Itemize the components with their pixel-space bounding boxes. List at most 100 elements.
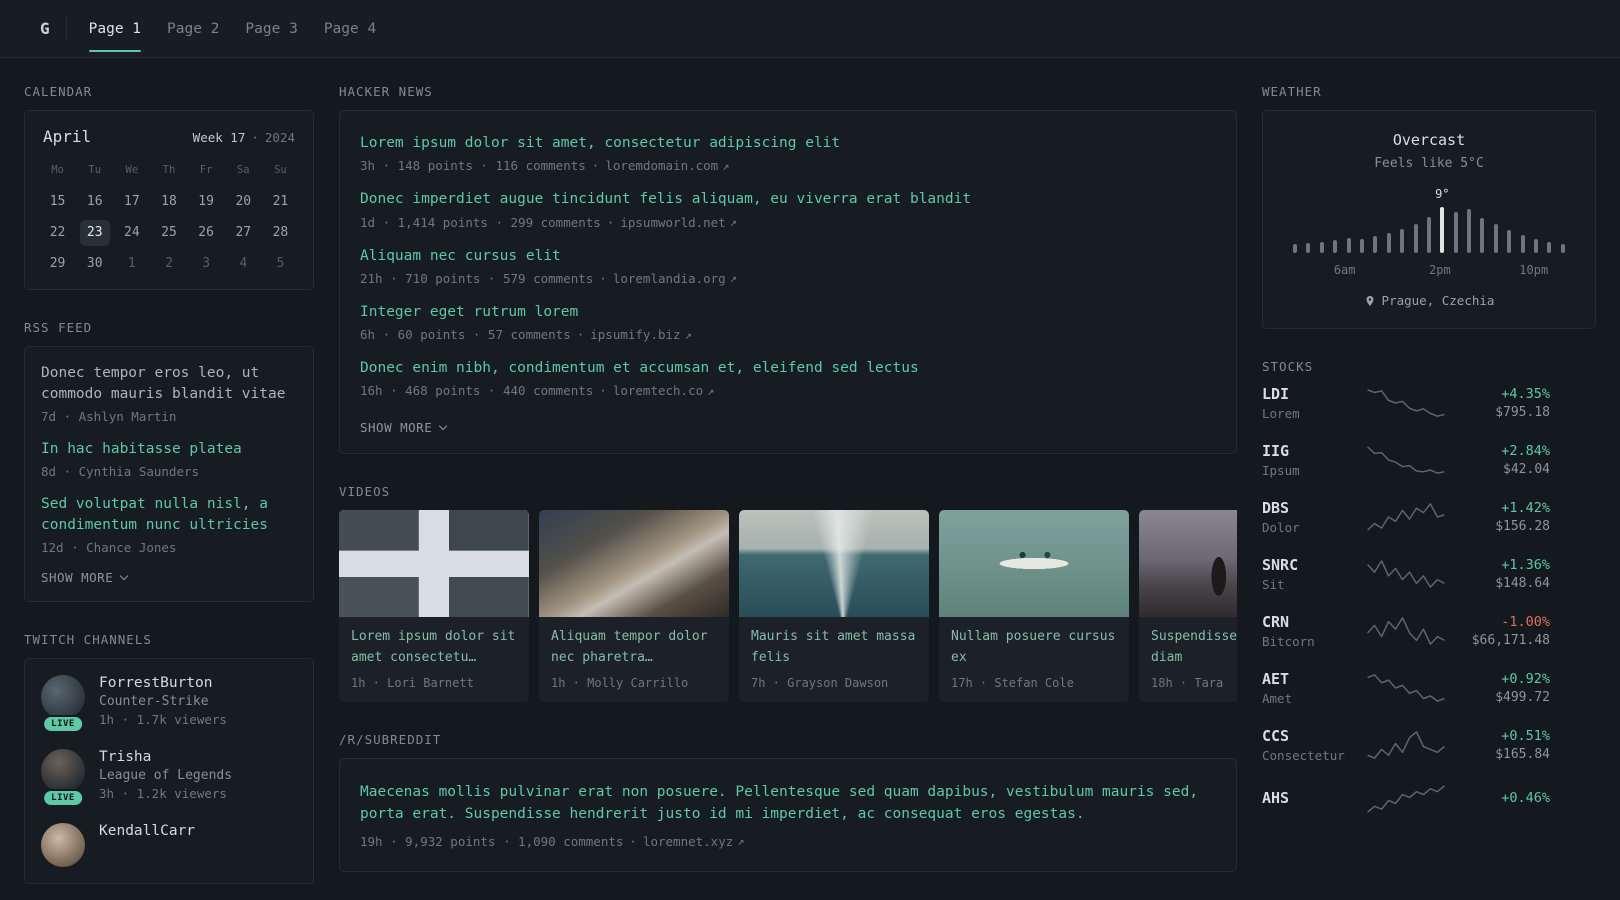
- rss-item-title[interactable]: Sed volutpat nulla nisl, a condimentum n…: [41, 494, 297, 536]
- weather-bar: [1359, 239, 1364, 253]
- rss-show-more-button[interactable]: SHOW MORE: [41, 570, 297, 585]
- calendar-day: 18: [161, 194, 177, 209]
- stock-row[interactable]: AHS +0.46%: [1262, 784, 1550, 814]
- list-item: Donec enim nibh, condimentum et accumsan…: [360, 358, 1216, 398]
- twitch-channel-row[interactable]: LIVE ForrestBurton Counter-Strike 1h · 1…: [41, 675, 297, 734]
- stock-name: Ipsum: [1262, 463, 1300, 478]
- hacker-news-widget: HACKER NEWS Lorem ipsum dolor sit amet, …: [339, 84, 1237, 455]
- stock-right: +4.35% $795.18: [1450, 386, 1550, 420]
- list-item: Donec imperdiet augue tincidunt felis al…: [360, 189, 1216, 229]
- twitch-channel-row[interactable]: KendallCarr: [41, 823, 297, 868]
- stock-row[interactable]: DBS Dolor +1.42% $156.28: [1262, 499, 1550, 535]
- avatar-wrap: LIVE: [41, 749, 85, 808]
- weather-bar: [1306, 243, 1311, 253]
- stock-price: $148.64: [1495, 576, 1550, 591]
- channel-name: Trisha: [99, 749, 152, 766]
- hn-item-stats: 3h · 148 points · 116 comments: [360, 158, 586, 174]
- stock-row[interactable]: SNRC Sit +1.36% $148.64: [1262, 556, 1550, 592]
- weather-time-axis: 6am 2pm 10pm: [1293, 263, 1565, 277]
- weather-time-label: 6am: [1333, 263, 1356, 277]
- hn-show-more-button[interactable]: SHOW MORE: [360, 420, 1216, 435]
- hn-source-link[interactable]: loremlandia.org ↗: [613, 271, 737, 286]
- separator-dot: ·: [251, 130, 259, 145]
- hn-item-title[interactable]: Donec enim nibh, condimentum et accumsan…: [360, 358, 1216, 378]
- dashboard-content: CALENDAR April Week 17 · 2024 Mo Tu We T…: [0, 58, 1620, 900]
- hn-item-title[interactable]: Lorem ipsum dolor sit amet, consectetur …: [360, 133, 1216, 153]
- hn-source-link[interactable]: loremdomain.com ↗: [605, 158, 729, 173]
- weather-bar: [1453, 212, 1458, 253]
- subreddit-widget: /R/SUBREDDIT Maecenas mollis pulvinar er…: [339, 732, 1237, 872]
- hn-source-link[interactable]: ipsumworld.net ↗: [620, 215, 737, 230]
- video-meta: 17h · Stefan Cole: [951, 675, 1074, 690]
- twitch-channels-widget: TWITCH CHANNELS LIVE ForrestBurton Count…: [24, 632, 314, 885]
- hn-item-meta: 21h · 710 points · 579 comments · loreml…: [360, 271, 1216, 286]
- weather-bar: [1507, 230, 1512, 253]
- rss-item-title[interactable]: In hac habitasse platea: [41, 439, 297, 460]
- calendar-widget-label: CALENDAR: [24, 84, 93, 99]
- hn-source-link[interactable]: loremtech.co ↗: [613, 383, 715, 398]
- separator-dot: ·: [576, 327, 585, 343]
- hn-item-title[interactable]: Aliquam nec cursus elit: [360, 246, 1216, 266]
- weather-bar: [1493, 224, 1498, 253]
- video-card[interactable]: Nullam posuere cursus ex 17h · Stefan Co…: [939, 510, 1129, 702]
- reddit-post-title[interactable]: Maecenas mollis pulvinar erat non posuer…: [360, 781, 1216, 826]
- rss-item-title[interactable]: Donec tempor eros leo, ut commodo mauris…: [41, 363, 297, 405]
- stock-right: +1.42% $156.28: [1450, 500, 1550, 534]
- weather-bar: [1520, 235, 1525, 253]
- stock-symbol: LDI: [1262, 385, 1290, 403]
- reddit-source-link[interactable]: loremnet.xyz ↗: [643, 834, 745, 849]
- middle-column: HACKER NEWS Lorem ipsum dolor sit amet, …: [339, 84, 1237, 884]
- calendar-day-header: Fr: [199, 164, 213, 176]
- tab-page-3[interactable]: Page 3: [245, 0, 297, 57]
- tab-page-1[interactable]: Page 1: [88, 0, 142, 57]
- app-logo[interactable]: G: [40, 0, 66, 57]
- channel-info: ForrestBurton Counter-Strike 1h · 1.7k v…: [99, 675, 227, 727]
- stock-change: +2.84%: [1501, 443, 1550, 459]
- stock-change: +4.35%: [1501, 386, 1550, 402]
- right-column: WEATHER Overcast Feels like 5°C 9° 6am 2…: [1262, 84, 1596, 884]
- tab-page-4[interactable]: Page 4: [324, 0, 376, 57]
- channel-category: League of Legends: [99, 768, 233, 784]
- hacker-news-widget-label: HACKER NEWS: [339, 84, 433, 99]
- hn-item-title[interactable]: Integer eget rutrum lorem: [360, 302, 1216, 322]
- hn-item-meta: 16h · 468 points · 440 comments · loremt…: [360, 383, 1216, 398]
- external-link-icon: ↗: [684, 327, 692, 342]
- stock-sparkline: [1362, 559, 1450, 589]
- stock-right: +2.84% $42.04: [1450, 443, 1550, 477]
- stock-row[interactable]: CRN Bitcorn -1.00% $66,171.48: [1262, 613, 1550, 649]
- live-badge: LIVE: [42, 715, 84, 734]
- stock-symbol: CCS: [1262, 727, 1290, 745]
- stock-row[interactable]: LDI Lorem +4.35% $795.18: [1262, 385, 1550, 421]
- stock-row[interactable]: CCS Consectetur +0.51% $165.84: [1262, 727, 1550, 763]
- stock-price: $795.18: [1495, 405, 1550, 420]
- video-card[interactable]: Mauris sit amet massa felis 7h · Grayson…: [739, 510, 929, 702]
- tab-page-2[interactable]: Page 2: [167, 0, 219, 57]
- weather-bar: [1534, 239, 1539, 253]
- channel-info: Trisha League of Legends 3h · 1.2k viewe…: [99, 749, 232, 801]
- calendar-day-selected: 23: [76, 217, 113, 248]
- hn-source-link[interactable]: ipsumify.biz ↗: [590, 327, 692, 342]
- video-card[interactable]: Lorem ipsum dolor sit amet consectetu… 1…: [339, 510, 529, 702]
- video-meta: 7h · Grayson Dawson: [751, 675, 889, 690]
- stock-row[interactable]: IIG Ipsum +2.84% $42.04: [1262, 442, 1550, 478]
- stock-symbol: AET: [1262, 670, 1290, 688]
- stock-row[interactable]: AET Amet +0.92% $499.72: [1262, 670, 1550, 706]
- calendar-day: 22: [49, 225, 66, 240]
- rss-item-meta: 8d · Cynthia Saunders: [41, 464, 200, 480]
- reddit-post-stats: 19h · 9,932 points · 1,090 comments: [360, 833, 624, 849]
- calendar-day: 21: [272, 194, 289, 209]
- channel-info: KendallCarr: [99, 823, 195, 867]
- calendar-day-header: Th: [162, 164, 176, 176]
- video-card[interactable]: Suspendisse diam 18h · Tara: [1139, 510, 1237, 702]
- stock-symbol: AHS: [1262, 788, 1290, 807]
- hn-item-title[interactable]: Donec imperdiet augue tincidunt felis al…: [360, 189, 1216, 209]
- avatar: [41, 675, 85, 720]
- list-item: Sed volutpat nulla nisl, a condimentum n…: [41, 494, 297, 555]
- external-link-icon: ↗: [729, 271, 737, 286]
- video-title: Lorem ipsum dolor sit amet consectetu…: [351, 629, 516, 665]
- weather-feels-like: Feels like 5°C: [1374, 156, 1484, 171]
- video-card[interactable]: Aliquam tempor dolor nec pharetra… 1h · …: [539, 510, 729, 702]
- twitch-channel-row[interactable]: LIVE Trisha League of Legends 3h · 1.2k …: [41, 749, 297, 808]
- weather-bar: [1346, 238, 1351, 253]
- stock-change: +0.51%: [1501, 728, 1550, 744]
